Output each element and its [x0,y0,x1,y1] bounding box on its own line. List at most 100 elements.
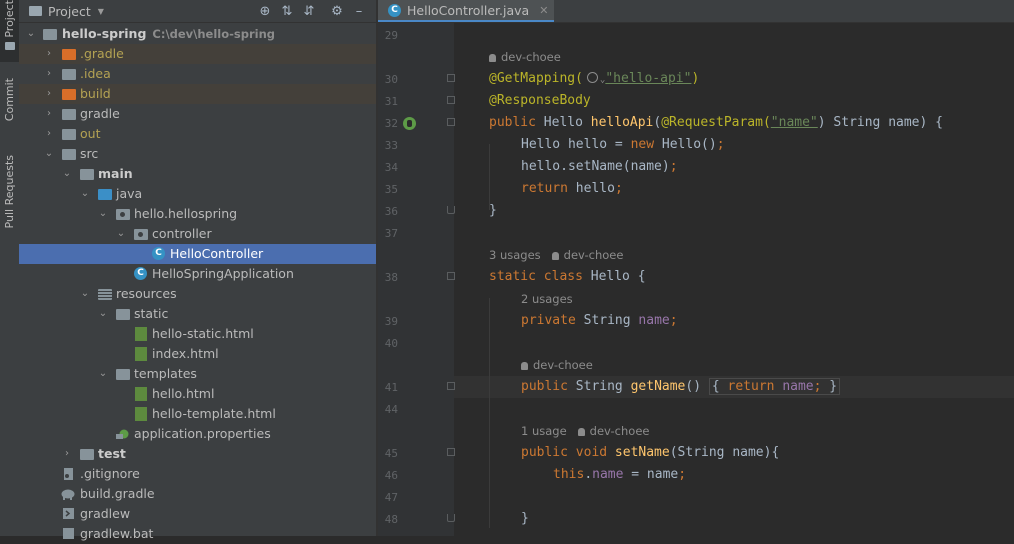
chevron-down-icon[interactable]: ⌄ [97,364,109,384]
folder-icon [29,6,42,16]
code-line-48: } [521,511,529,526]
side-tab-commit[interactable]: Commit [0,78,19,140]
html-file-icon [135,387,147,401]
fold-marker[interactable] [447,272,455,280]
tree-item-label: hello.html [152,386,215,401]
collapse-all-icon[interactable]: ⇵ [298,4,320,19]
chevron-down-icon[interactable]: ⌄ [115,224,127,244]
folder-icon [4,41,15,50]
chevron-right-icon[interactable]: › [43,84,55,104]
target-icon[interactable]: ⊕ [254,4,276,19]
code-usages-hint[interactable]: 2 usages [521,292,573,306]
tree-item-hello-template-html[interactable]: hello-template.html [19,404,376,424]
tree-item-application-properties[interactable]: application.properties [19,424,376,444]
tree-item-out[interactable]: › out [19,124,376,144]
module-folder-icon [80,169,94,180]
tree-item-gradle-hidden[interactable]: › .gradle [19,44,376,64]
tree-item-java[interactable]: ⌄ java [19,184,376,204]
tree-item-label: test [98,446,126,461]
tree-item-hellospringapplication[interactable]: C HelloSpringApplication [19,264,376,284]
fold-marker[interactable] [447,514,455,522]
tree-item-hello-html[interactable]: hello.html [19,384,376,404]
chevron-down-icon[interactable]: ⌄ [43,144,55,164]
fold-marker[interactable] [447,118,455,126]
tree-item-templates[interactable]: ⌄ templates [19,364,376,384]
editor-tab-bar: C HelloController.java ✕ [378,0,1014,23]
spring-boot-class-icon: C [134,267,147,280]
tab-hellocontroller-java[interactable]: C HelloController.java ✕ [378,0,555,22]
tree-item-label: templates [134,366,197,381]
class-icon: C [152,247,165,260]
tree-item-build-gradle[interactable]: build.gradle [19,484,376,504]
chevron-down-icon[interactable]: ⌄ [61,164,73,184]
fold-marker[interactable] [447,206,455,214]
line-number: 48 [384,513,398,526]
line-number: 36 [384,205,398,218]
tree-item-static[interactable]: ⌄ static [19,304,376,324]
fold-marker[interactable] [447,74,455,82]
code-usages-hint[interactable]: 1 usage dev-choee [521,424,649,438]
tree-item-label: static [134,306,169,321]
line-number: 29 [384,29,398,42]
tree-item-label: index.html [152,346,219,361]
chevron-right-icon[interactable]: › [43,44,55,64]
html-file-icon [135,407,147,421]
chevron-right-icon[interactable]: › [43,124,55,144]
globe-icon[interactable] [586,72,598,83]
tree-item-hello-hellospring[interactable]: ⌄ hello.hellospring [19,204,376,224]
script-file-icon [63,508,74,519]
tree-item-hello-spring[interactable]: ⌄ hello-spring C:\dev\hello-spring [19,24,376,44]
chevron-right-icon[interactable]: › [43,104,55,124]
tree-item-main[interactable]: ⌄ main [19,164,376,184]
expand-all-icon[interactable]: ⇅ [276,4,298,19]
chevron-down-icon[interactable]: ⌄ [79,184,91,204]
chevron-right-icon[interactable]: › [43,64,55,84]
tree-item-gradlew-bat[interactable]: gradlew.bat [19,524,376,544]
close-icon[interactable]: ✕ [539,4,548,17]
tree-item-gradle[interactable]: › gradle [19,104,376,124]
tree-item-gitignore[interactable]: .gitignore [19,464,376,484]
resources-folder-icon [98,289,112,300]
line-number: 31 [384,95,398,108]
tree-item-build[interactable]: › build [19,84,376,104]
tree-item-gradlew[interactable]: gradlew [19,504,376,524]
chevron-right-icon[interactable]: › [61,444,73,464]
chevron-down-icon[interactable]: ⌄ [97,204,109,224]
code-line-36: } [489,203,497,218]
side-tab-pull-requests-label: Pull Requests [3,155,16,229]
code-usages-hint[interactable]: 3 usages dev-choee [489,248,623,262]
code-area[interactable]: 29 30 31 32 33 34 35 36 37 38 39 40 41 4… [378,23,1014,536]
tree-item-controller[interactable]: ⌄ controller [19,224,376,244]
tree-item-test[interactable]: › test [19,444,376,464]
chevron-down-icon[interactable]: ⌄ [79,284,91,304]
tree-item-label: hello-template.html [152,406,276,421]
tree-item-idea[interactable]: › .idea [19,64,376,84]
batch-file-icon [63,528,74,539]
line-number: 45 [384,447,398,460]
line-number: 32 [384,117,398,130]
chevron-down-icon[interactable]: ⌄ [97,304,109,324]
fold-marker[interactable] [447,448,455,456]
tree-item-label: gradle [80,106,120,121]
spring-bean-icon[interactable] [403,117,416,130]
side-tab-pull-requests[interactable]: Pull Requests [0,155,19,245]
tree-item-label: hello.hellospring [134,206,238,221]
tree-item-hellocontroller[interactable]: C HelloController [19,244,376,264]
fold-marker[interactable] [447,382,455,390]
tree-item-src[interactable]: ⌄ src [19,144,376,164]
minimize-icon[interactable]: – [348,4,370,19]
tree-item-index-html[interactable]: index.html [19,344,376,364]
tree-item-resources[interactable]: ⌄ resources [19,284,376,304]
tree-item-hello-static-html[interactable]: hello-static.html [19,324,376,344]
code-author-hint[interactable]: dev-choee [489,50,561,64]
line-number: 41 [384,381,398,394]
side-tab-project[interactable]: Project [0,0,19,62]
chevron-down-icon[interactable]: ⌄ [25,24,37,44]
project-panel: Project ▼ ⊕ ⇅ ⇵ ⚙ – ⌄ hello-spring C:\dev… [19,0,376,541]
gear-icon[interactable]: ⚙ [326,4,348,19]
project-view-selector[interactable]: Project ▼ [19,4,104,19]
code-author-hint[interactable]: dev-choee [521,358,593,372]
fold-marker[interactable] [447,96,455,104]
tree-item-label: src [80,146,99,161]
code-line-35: return hello; [521,181,623,196]
